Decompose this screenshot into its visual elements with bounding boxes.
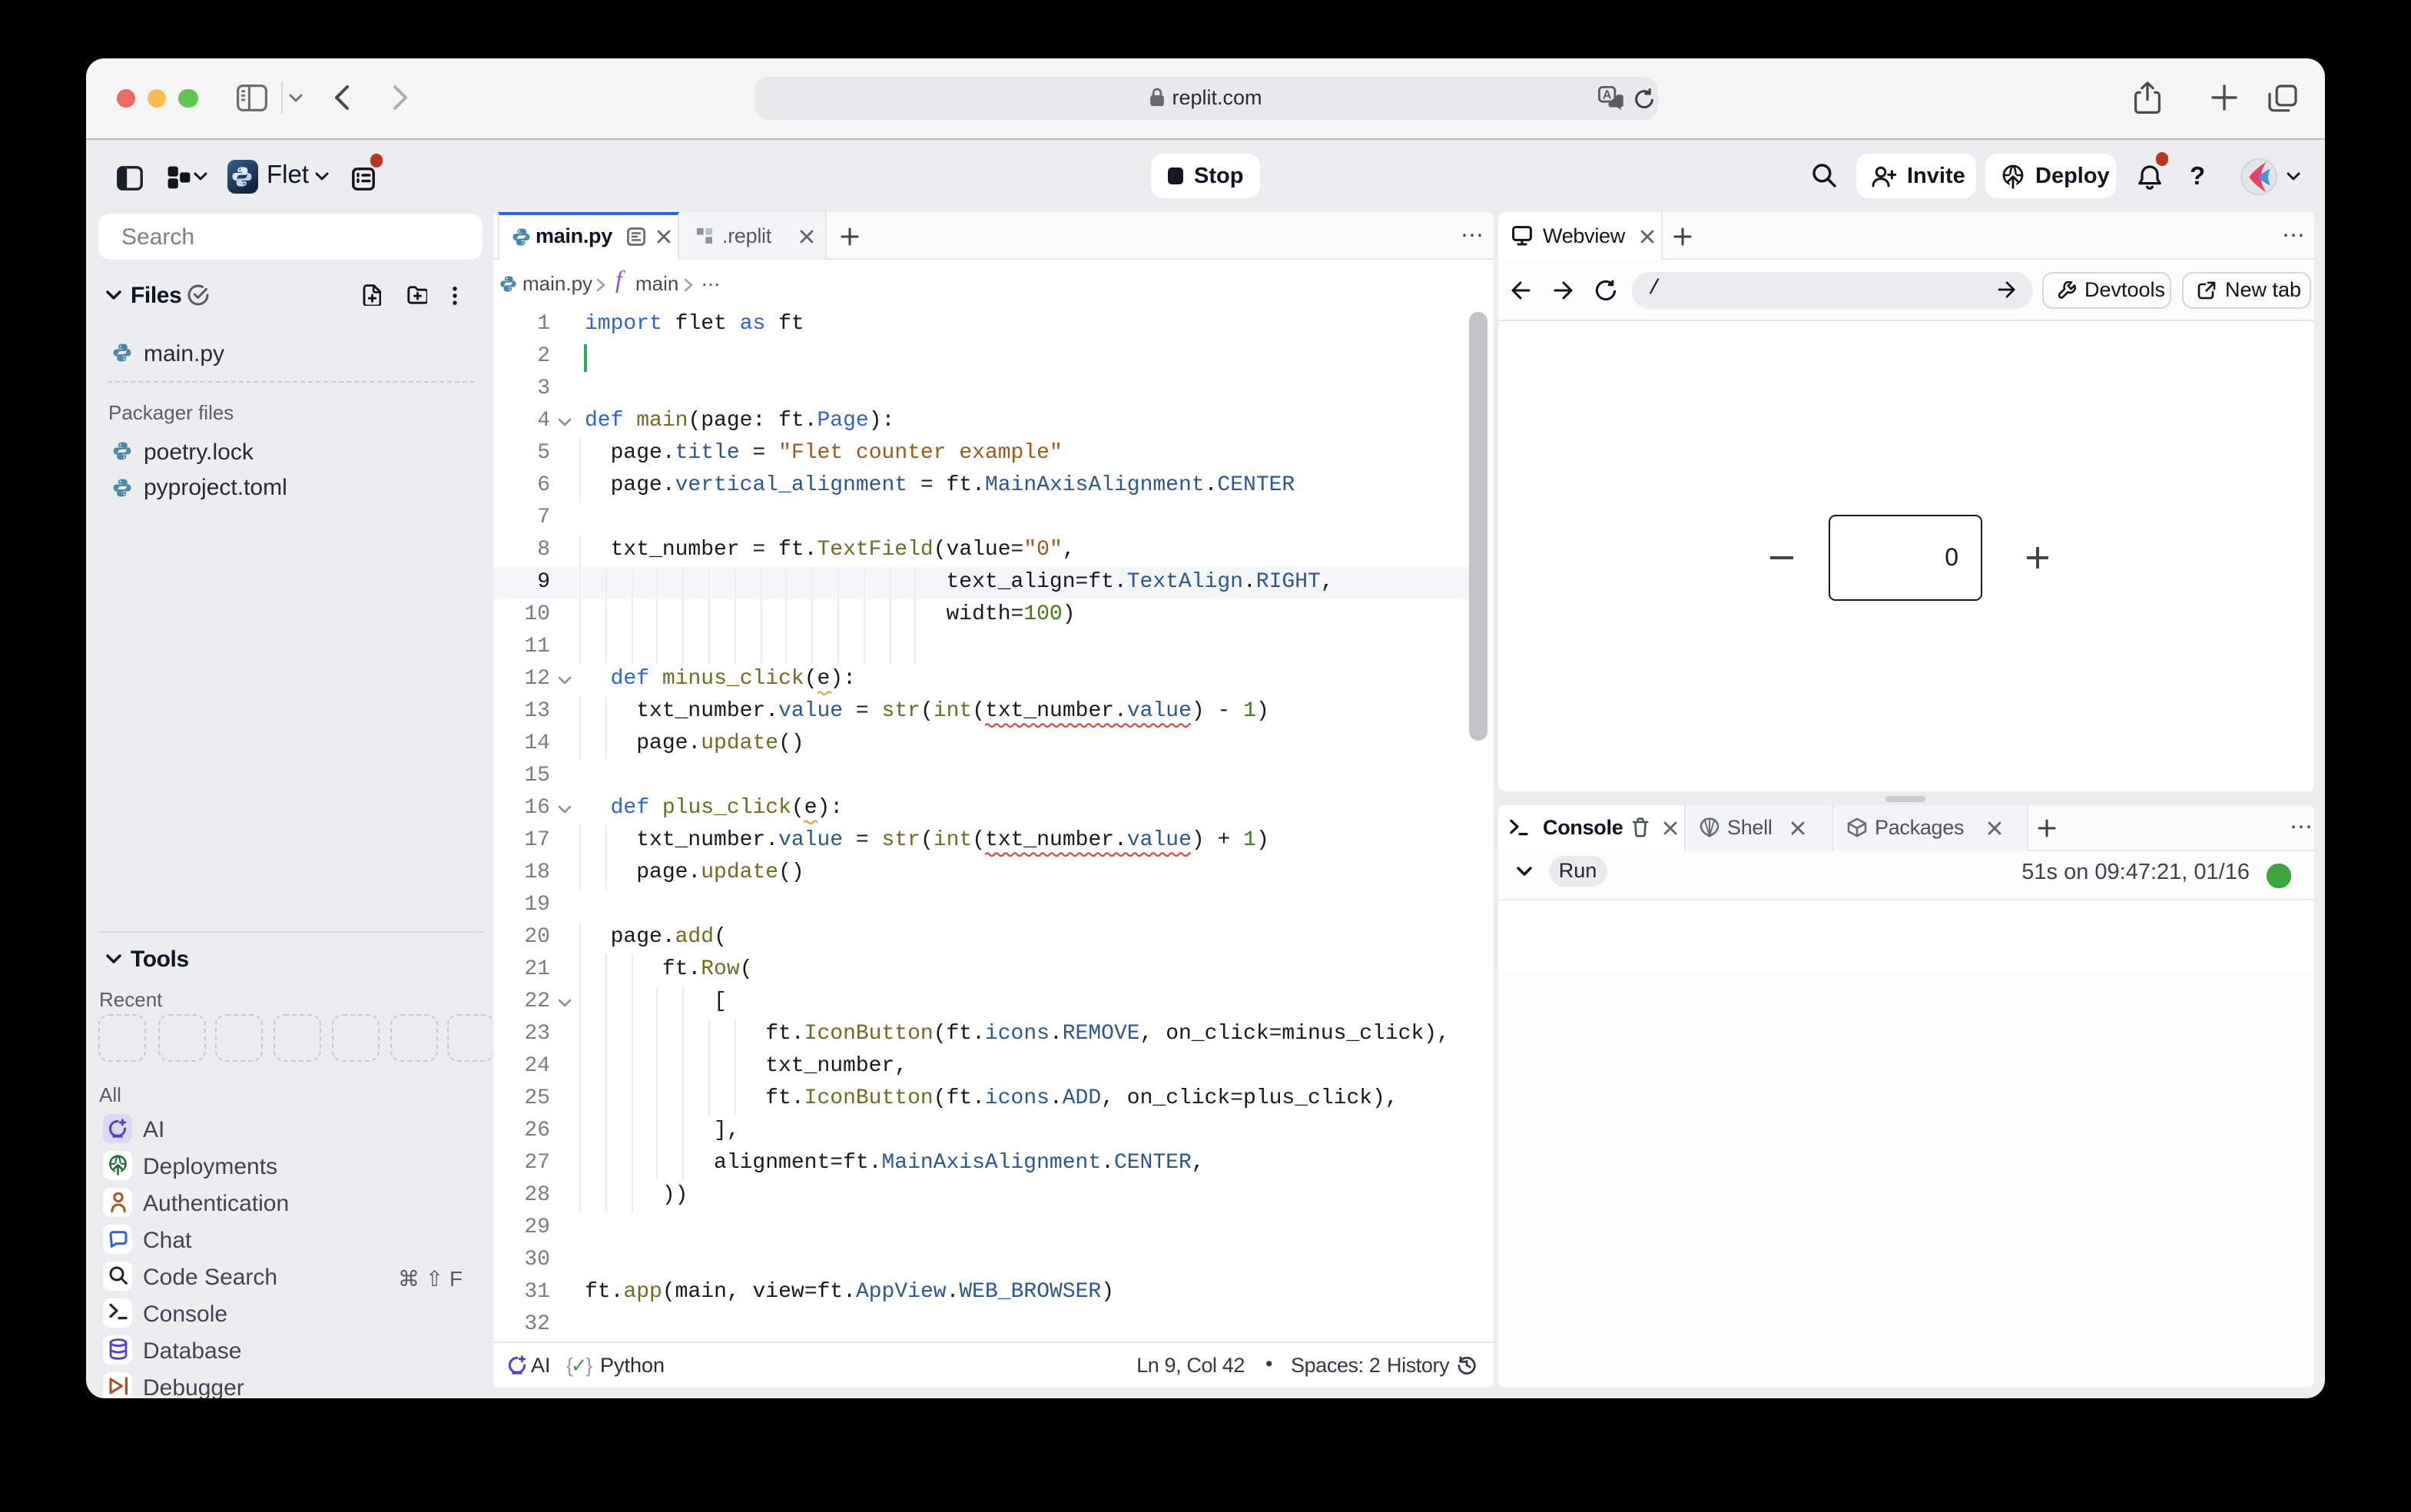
svg-text:A: A [1602,89,1611,102]
